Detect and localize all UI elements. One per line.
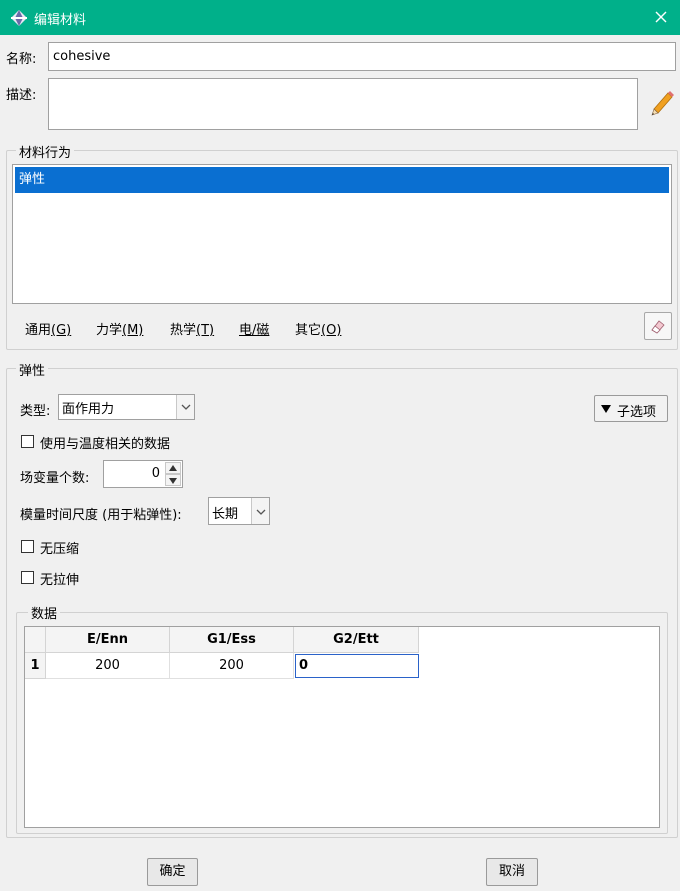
window-title: 编辑材料 <box>34 13 87 28</box>
name-input[interactable] <box>48 42 676 71</box>
suboptions-button[interactable]: 子选项 <box>594 395 668 422</box>
spin-up-button[interactable] <box>165 462 181 474</box>
field-vars-spinbox[interactable]: 0 <box>103 460 183 488</box>
table-corner <box>25 627 46 653</box>
menu-general[interactable]: 通用(G) <box>25 319 71 338</box>
cancel-button[interactable]: 取消 <box>486 858 538 886</box>
no-compression-label: 无压缩 <box>40 542 80 557</box>
close-icon[interactable] <box>650 6 672 28</box>
elastic-group-title: 弹性 <box>16 360 49 379</box>
description-label: 描述: <box>6 88 37 103</box>
eraser-icon <box>651 320 665 334</box>
ok-button[interactable]: 确定 <box>147 858 198 886</box>
type-select[interactable]: 面作用力 <box>58 394 195 420</box>
table-cell-active[interactable]: 0 <box>295 654 419 678</box>
menu-other[interactable]: 其它(O) <box>295 319 341 338</box>
spin-up-icon <box>169 465 177 471</box>
behaviors-group-title: 材料行为 <box>16 142 75 161</box>
no-tension-label: 无拉伸 <box>40 573 80 588</box>
no-compression-checkbox[interactable] <box>21 540 34 553</box>
menu-thermal[interactable]: 热学(T) <box>170 319 214 338</box>
chevron-down-icon <box>181 404 191 410</box>
column-header-e-enn[interactable]: E/Enn <box>46 627 170 653</box>
chevron-down-icon <box>256 509 266 515</box>
field-vars-label: 场变量个数: <box>20 471 90 486</box>
suboptions-label: 子选项 <box>617 405 657 420</box>
type-label: 类型: <box>20 404 51 419</box>
temp-dependent-checkbox[interactable] <box>21 435 34 448</box>
data-table[interactable]: E/Enn G1/Ess G2/Ett 1 200 200 0 <box>24 626 660 828</box>
triangle-down-icon <box>601 405 611 413</box>
no-tension-checkbox[interactable] <box>21 571 34 584</box>
table-cell[interactable]: 200 <box>46 653 170 679</box>
data-group-title: 数据 <box>28 603 61 622</box>
spin-down-button[interactable] <box>165 474 181 486</box>
column-header-g1-ess[interactable]: G1/Ess <box>170 627 294 653</box>
field-vars-value: 0 <box>151 466 160 481</box>
eraser-button[interactable] <box>644 312 672 340</box>
diamond-app-icon <box>11 10 27 26</box>
description-input[interactable] <box>48 78 638 130</box>
menu-electrical-magnetic[interactable]: 电/磁 <box>239 319 269 338</box>
behaviors-list[interactable]: 弹性 <box>12 164 672 304</box>
menu-mechanical[interactable]: 力学(M) <box>96 319 143 338</box>
timescale-label: 模量时间尺度 (用于粘弹性): <box>20 508 182 523</box>
table-cell[interactable]: 200 <box>170 653 294 679</box>
type-select-value: 面作用力 <box>62 402 115 417</box>
table-row-header: 1 <box>25 653 46 679</box>
timescale-select[interactable]: 长期 <box>208 497 270 525</box>
behavior-menubar: 通用(G) 力学(M) 热学(T) 电/磁 其它(O) <box>12 312 634 342</box>
title-bar: 编辑材料 <box>0 0 680 35</box>
temp-dependent-label: 使用与温度相关的数据 <box>40 437 171 452</box>
spin-down-icon <box>169 478 177 484</box>
pencil-icon[interactable] <box>648 88 676 116</box>
timescale-select-value: 长期 <box>212 507 239 522</box>
column-header-g2-ett[interactable]: G2/Ett <box>294 627 419 653</box>
list-item-elastic[interactable]: 弹性 <box>15 167 669 193</box>
name-label: 名称: <box>6 52 37 67</box>
